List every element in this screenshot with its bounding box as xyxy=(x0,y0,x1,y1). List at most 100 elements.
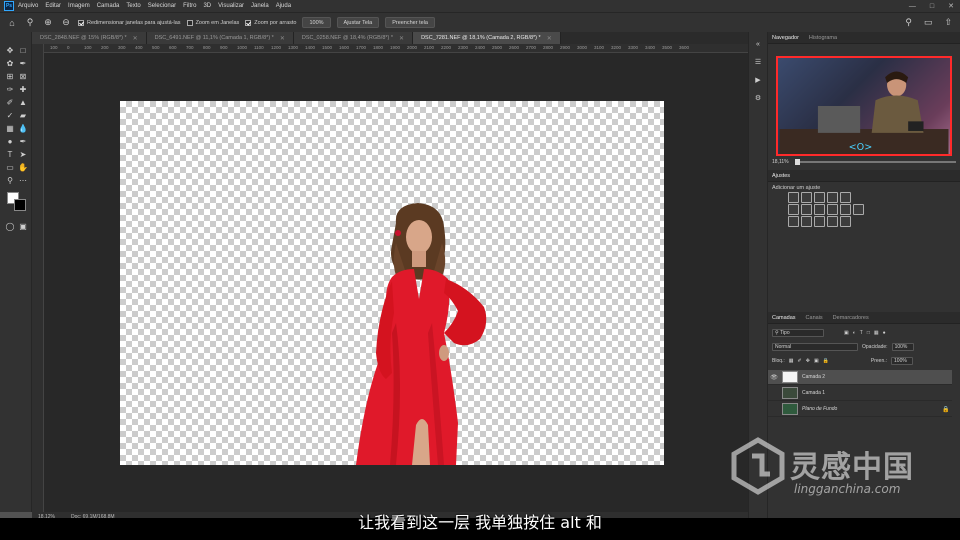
more-tools-icon[interactable]: ⋯ xyxy=(17,174,29,186)
fit-screen-button[interactable]: Ajustar Tela xyxy=(336,17,380,28)
scrubby-zoom-checkbox[interactable]: Zoom por arrasto xyxy=(245,19,296,26)
lock-position-icon[interactable]: ✥ xyxy=(806,358,810,364)
tab-channels[interactable]: Canais xyxy=(806,315,823,321)
exposure-icon[interactable] xyxy=(827,192,838,203)
photo-filter-icon[interactable] xyxy=(827,204,838,215)
document-canvas[interactable] xyxy=(120,101,664,465)
layer-filter-select[interactable]: ⚲ Tipo xyxy=(772,329,824,337)
gradient-tool-icon[interactable]: ▦ xyxy=(4,122,16,134)
menu-filtro[interactable]: Filtro xyxy=(183,3,196,9)
properties-icon[interactable]: ⚙ xyxy=(752,92,764,104)
screen-mode-icon[interactable]: ▣ xyxy=(17,220,29,232)
menu-camada[interactable]: Camada xyxy=(97,3,120,9)
search-icon[interactable]: ⚲ xyxy=(905,17,912,28)
navigator-zoom-slider[interactable] xyxy=(794,159,956,165)
layer-row[interactable]: Plano de Fundo 🔒 xyxy=(768,402,952,417)
filter-shape-icon[interactable]: □ xyxy=(867,330,870,336)
color-balance-icon[interactable] xyxy=(801,204,812,215)
tab-close-icon[interactable]: ✕ xyxy=(547,35,552,42)
vibrance-icon[interactable] xyxy=(840,192,851,203)
history-brush-tool-icon[interactable]: ✓ xyxy=(4,109,16,121)
invert-icon[interactable] xyxy=(788,216,799,227)
document-tab[interactable]: DSC_6491.NEF @ 11,1% (Camada 1, RGB/8*) … xyxy=(146,32,294,44)
blend-mode-select[interactable]: Normal xyxy=(772,343,858,351)
frame-tool-icon[interactable]: ⊠ xyxy=(17,70,29,82)
layer-row[interactable]: Camada 1 xyxy=(768,386,952,401)
navigator-zoom-value[interactable]: 18,11% xyxy=(772,159,789,165)
lock-artboard-icon[interactable]: ▣ xyxy=(814,358,819,364)
filter-pixel-icon[interactable]: ▣ xyxy=(844,330,849,336)
lasso-tool-icon[interactable]: ✿ xyxy=(4,57,16,69)
resize-windows-checkbox[interactable]: Redimensionar janelas para ajustá-las xyxy=(78,19,181,26)
menu-editar[interactable]: Editar xyxy=(45,3,61,9)
gradient-map-icon[interactable] xyxy=(827,216,838,227)
zoom-in-icon[interactable]: ⊕ xyxy=(42,17,54,29)
channel-mixer-icon[interactable] xyxy=(840,204,851,215)
levels-icon[interactable] xyxy=(801,192,812,203)
layer-row[interactable]: 👁 Camada 2 xyxy=(768,370,952,385)
menu-imagem[interactable]: Imagem xyxy=(68,3,90,9)
healing-tool-icon[interactable]: ✚ xyxy=(17,83,29,95)
fill-screen-button[interactable]: Preencher tela xyxy=(385,17,435,28)
background-color-swatch[interactable] xyxy=(14,199,26,211)
type-tool-icon[interactable]: T xyxy=(4,148,16,160)
eyedropper-tool-icon[interactable]: ✑ xyxy=(4,83,16,95)
color-swatches[interactable] xyxy=(7,192,31,216)
path-select-tool-icon[interactable]: ➤ xyxy=(17,148,29,160)
maximize-icon[interactable]: □ xyxy=(930,3,934,10)
close-icon[interactable]: ✕ xyxy=(948,2,954,10)
play-actions-icon[interactable]: ▶ xyxy=(752,74,764,86)
brightness-icon[interactable] xyxy=(788,192,799,203)
brush-tool-icon[interactable]: ✐ xyxy=(4,96,16,108)
tab-layers[interactable]: Camadas xyxy=(772,315,796,321)
menu-selecionar[interactable]: Selecionar xyxy=(148,3,176,9)
menu-3d[interactable]: 3D xyxy=(203,3,211,9)
move-tool-icon[interactable]: ✥ xyxy=(4,44,16,56)
document-tab[interactable]: DSC_2848.NEF @ 15% (RGB/8*) * ✕ xyxy=(32,32,147,44)
tab-close-icon[interactable]: ✕ xyxy=(399,35,404,42)
lock-pixels-icon[interactable]: ✐ xyxy=(798,358,802,364)
opacity-input[interactable]: 100% xyxy=(891,343,914,351)
color-lookup-icon[interactable] xyxy=(853,204,864,215)
black-white-icon[interactable] xyxy=(814,204,825,215)
navigator-thumbnail[interactable]: <O> xyxy=(776,56,952,156)
curves-icon[interactable] xyxy=(814,192,825,203)
lock-all-icon[interactable]: 🔒 xyxy=(823,358,829,364)
hue-saturation-icon[interactable] xyxy=(788,204,799,215)
minimize-icon[interactable]: — xyxy=(909,3,916,10)
collapse-panels-icon[interactable]: « xyxy=(752,38,764,50)
menu-arquivo[interactable]: Arquivo xyxy=(18,3,38,9)
zoom-tool-icon[interactable]: ⚲ xyxy=(24,17,36,29)
marquee-tool-icon[interactable]: □ xyxy=(17,44,29,56)
eye-icon[interactable]: 👁 xyxy=(768,374,780,381)
tab-close-icon[interactable]: ✕ xyxy=(133,35,138,42)
zoom-out-icon[interactable]: ⊖ xyxy=(60,17,72,29)
filter-smart-icon[interactable]: ▦ xyxy=(874,330,879,336)
menu-texto[interactable]: Texto xyxy=(126,3,140,9)
tab-adjustments[interactable]: Ajustes xyxy=(772,173,790,179)
filter-toggle-icon[interactable]: ● xyxy=(883,330,886,336)
canvas-area[interactable]: 100 0 100 200 300 400 500 600 700 800 900 1000 1100 1… xyxy=(32,44,748,512)
filter-adjustment-icon[interactable]: ◐ xyxy=(853,330,856,336)
tab-histogram[interactable]: Histograma xyxy=(809,35,837,41)
zoom-tool-icon[interactable]: ⚲ xyxy=(4,174,16,186)
lock-transparency-icon[interactable]: ▦ xyxy=(789,358,794,364)
filter-type-icon[interactable]: T xyxy=(860,330,863,336)
share-icon[interactable]: ⇧ xyxy=(944,17,952,28)
zoom-100-button[interactable]: 100% xyxy=(302,17,331,28)
pen-tool-icon[interactable]: ✒ xyxy=(17,135,29,147)
history-icon[interactable]: ☰ xyxy=(752,56,764,68)
workspace-icon[interactable]: ▭ xyxy=(924,17,933,28)
hand-tool-icon[interactable]: ✋ xyxy=(17,161,29,173)
home-icon[interactable]: ⌂ xyxy=(6,17,18,29)
selective-color-icon[interactable] xyxy=(840,216,851,227)
quick-mask-icon[interactable]: ◯ xyxy=(4,220,16,232)
threshold-icon[interactable] xyxy=(814,216,825,227)
menu-visualizar[interactable]: Visualizar xyxy=(218,3,244,9)
fill-input[interactable]: 100% xyxy=(891,357,914,365)
blur-tool-icon[interactable]: 💧 xyxy=(17,122,29,134)
posterize-icon[interactable] xyxy=(801,216,812,227)
crop-tool-icon[interactable]: ⊞ xyxy=(4,70,16,82)
shape-tool-icon[interactable]: ▭ xyxy=(4,161,16,173)
quick-select-tool-icon[interactable]: ✒ xyxy=(17,57,29,69)
